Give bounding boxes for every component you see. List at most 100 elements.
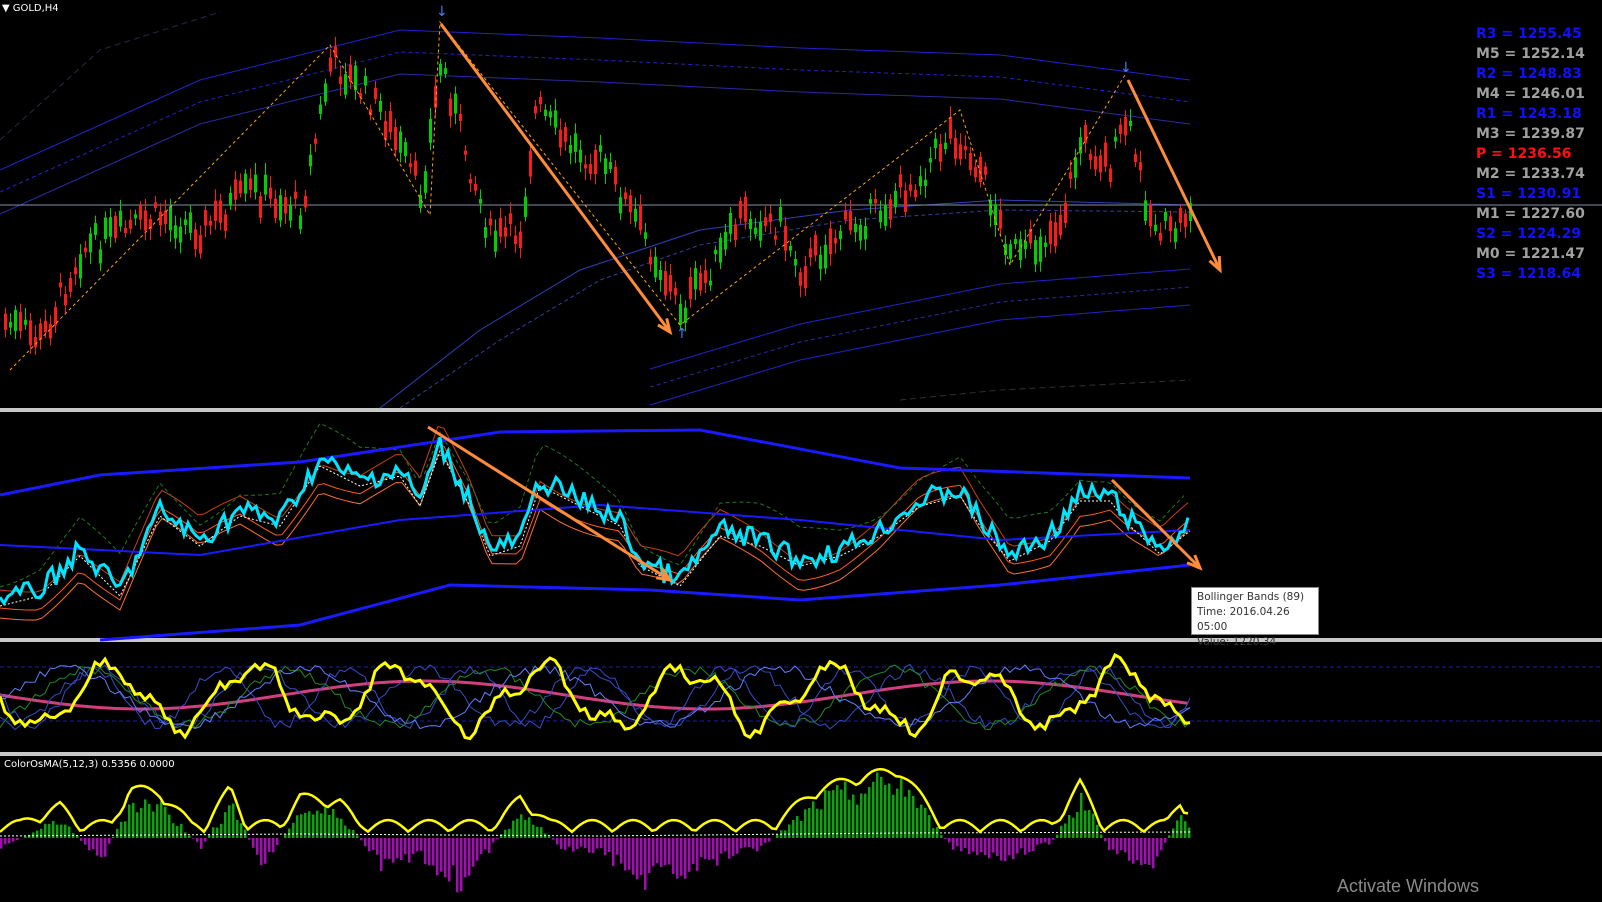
candle-body: [244, 173, 247, 194]
separator-3[interactable]: [0, 752, 1602, 756]
histogram-bar-negative: [92, 838, 95, 850]
histogram-bar-positive: [1100, 834, 1103, 838]
main-price-pane[interactable]: ↓ ↑ ↓: [0, 4, 1602, 409]
histogram-bar-negative: [252, 838, 255, 848]
pivot-level-r3: R3 = 1255.45: [1476, 26, 1582, 42]
candle-body: [249, 178, 252, 190]
chart-canvas[interactable]: ↓ ↑ ↓: [0, 0, 1602, 902]
candle-body: [24, 319, 27, 325]
oscillator-pane[interactable]: [0, 422, 1203, 642]
pivot-level-m4: M4 = 1246.01: [1476, 86, 1585, 102]
histogram-bar-negative: [1148, 838, 1151, 865]
histogram-bar-negative: [720, 838, 723, 854]
candle-body: [814, 234, 817, 256]
histogram-bar-negative: [268, 838, 271, 852]
candle-body: [309, 154, 312, 167]
histogram-bar-positive: [1088, 809, 1091, 838]
candle-body: [809, 248, 812, 258]
candle-body: [854, 223, 857, 233]
candle-body: [34, 337, 37, 348]
candle-body: [1119, 124, 1122, 134]
candle-body: [29, 320, 32, 346]
histogram-bar-negative: [1012, 838, 1015, 860]
candle-body: [709, 280, 712, 286]
histogram-bar-negative: [272, 838, 275, 853]
candle-body: [459, 114, 462, 121]
histogram-bar-positive: [288, 828, 291, 838]
candle-body: [144, 210, 147, 231]
fractal-arrow-icon: ↓: [436, 4, 448, 20]
candle-body: [729, 212, 732, 234]
histogram-bar-positive: [916, 807, 919, 838]
histogram-bar-negative: [716, 838, 719, 866]
separator-2[interactable]: [0, 638, 1602, 642]
histogram-bar-negative: [364, 838, 367, 847]
pivot-level-s1: S1 = 1230.91: [1476, 186, 1582, 202]
histogram-bar-negative: [592, 838, 595, 853]
candle-body: [949, 117, 952, 139]
candle-body: [554, 110, 557, 128]
indicator-tooltip: Bollinger Bands (89) Time: 2016.04.26 05…: [1191, 587, 1319, 648]
candle-body: [364, 75, 367, 86]
histogram-bar-positive: [1080, 792, 1083, 838]
candle-body: [504, 227, 507, 237]
histogram-bar-positive: [344, 825, 347, 838]
lower-band-line: [649, 268, 1191, 370]
candle-body: [1124, 116, 1127, 136]
histogram-bar-negative: [764, 838, 767, 843]
stochastic-pane[interactable]: [0, 652, 1602, 741]
candle-body: [59, 282, 62, 288]
candle-body: [844, 210, 847, 220]
candle-body: [1169, 216, 1172, 232]
candle-body: [804, 266, 807, 289]
histogram-bar-negative: [372, 838, 375, 851]
candle-body: [299, 215, 302, 230]
histogram-bar-negative: [728, 838, 731, 859]
histogram-bar-positive: [1068, 815, 1071, 838]
osma-pane[interactable]: [0, 767, 1191, 893]
candle-body: [234, 179, 237, 200]
histogram-bar-positive: [1168, 835, 1171, 838]
envelope-line-lower: [899, 379, 1191, 401]
histogram-bar-positive: [180, 823, 183, 838]
candle-body: [629, 195, 632, 213]
dropdown-triangle-icon[interactable]: ▼: [2, 3, 10, 14]
pane-separators[interactable]: [0, 408, 1602, 756]
histogram-bar-positive: [872, 781, 875, 838]
candle-body: [379, 100, 382, 112]
candle-body: [314, 138, 317, 144]
candle-body: [799, 272, 802, 286]
candle-body: [324, 83, 327, 102]
histogram-bar-negative: [968, 838, 971, 855]
candle-body: [414, 160, 417, 176]
histogram-bar-positive: [212, 827, 215, 838]
histogram-bar-negative: [436, 838, 439, 876]
candle-body: [944, 142, 947, 150]
histogram-bar-positive: [236, 819, 239, 838]
oscillator-main-line: [0, 436, 1190, 607]
histogram-bar-negative: [1164, 838, 1167, 843]
histogram-bar-negative: [552, 838, 555, 840]
histogram-bar-positive: [1076, 811, 1079, 838]
symbol-title[interactable]: ▼ GOLD,H4: [2, 3, 59, 14]
histogram-bar-negative: [192, 838, 195, 839]
candle-body: [774, 235, 777, 240]
candle-body: [119, 210, 122, 227]
candle-body: [734, 224, 737, 241]
histogram-bar-negative: [264, 838, 267, 864]
histogram-bar-negative: [96, 838, 99, 856]
candle-body: [759, 221, 762, 241]
candle-body: [569, 145, 572, 154]
candle-body: [559, 129, 562, 148]
histogram-bar-negative: [684, 838, 687, 879]
histogram-bar-positive: [904, 796, 907, 838]
histogram-bar-positive: [1188, 827, 1191, 838]
candle-body: [49, 324, 52, 339]
candle-body: [19, 312, 22, 331]
candle-body: [329, 57, 332, 72]
separator-1[interactable]: [0, 408, 1602, 412]
pivot-level-s3: S3 = 1218.64: [1476, 266, 1582, 282]
histogram-bar-positive: [296, 815, 299, 838]
candle-body: [454, 93, 457, 114]
histogram-bar-negative: [8, 838, 11, 844]
